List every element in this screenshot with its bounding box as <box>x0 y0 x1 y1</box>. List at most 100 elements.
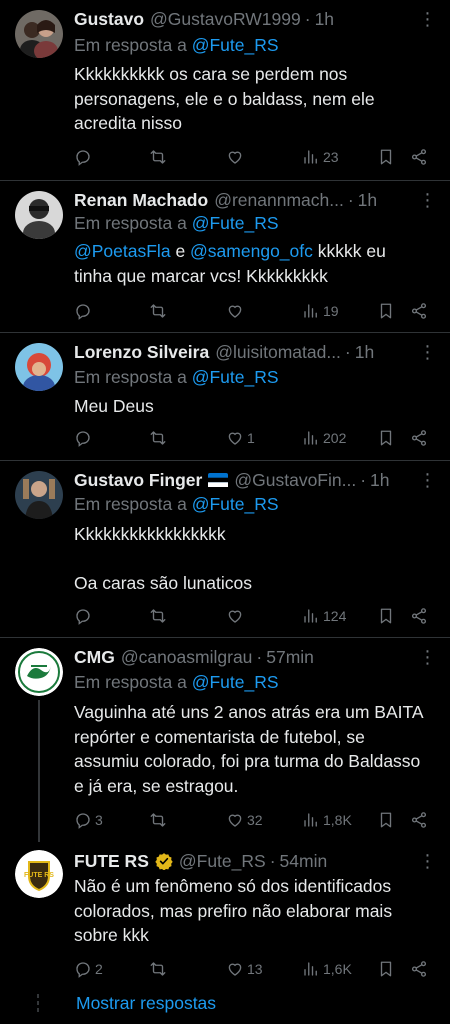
more-icon[interactable]: ⋮ <box>416 645 440 669</box>
views-icon[interactable]: 202 <box>302 429 346 447</box>
views-icon[interactable]: 23 <box>302 148 339 166</box>
user-handle[interactable]: @renannmach... <box>214 188 344 212</box>
retweet-icon[interactable] <box>149 960 167 978</box>
timestamp[interactable]: 1h <box>370 468 389 492</box>
mention-link[interactable]: @PoetasFla <box>74 241 171 261</box>
reply-mention[interactable]: @Fute_RS <box>192 213 279 233</box>
more-icon[interactable]: ⋮ <box>416 468 440 492</box>
reply-mention[interactable]: @Fute_RS <box>192 35 279 55</box>
user-handle[interactable]: @Fute_RS <box>179 849 266 873</box>
timestamp[interactable]: 54min <box>280 849 328 873</box>
views-icon[interactable]: 124 <box>302 607 346 625</box>
user-name[interactable]: CMG <box>74 645 115 669</box>
more-icon[interactable]: ⋮ <box>416 849 440 873</box>
reply-icon[interactable]: 3 <box>74 811 103 829</box>
like-icon[interactable]: 13 <box>226 960 263 978</box>
like-icon[interactable] <box>226 148 244 166</box>
avatar[interactable] <box>15 648 63 696</box>
like-icon[interactable] <box>226 302 244 320</box>
separator-dot: · <box>360 470 367 490</box>
bookmark-icon[interactable] <box>377 607 395 625</box>
avatar[interactable] <box>15 191 63 239</box>
replies-count: 3 <box>95 812 103 828</box>
avatar[interactable] <box>15 10 63 58</box>
views-icon[interactable]: 19 <box>302 302 339 320</box>
separator-dot: · <box>256 647 263 667</box>
tweet-fute-rs[interactable]: FUTE RS FUTE RS @Fute_RS · 54min ⋮ Não é… <box>0 844 450 984</box>
retweet-icon[interactable] <box>149 811 167 829</box>
bookmark-icon[interactable] <box>377 960 395 978</box>
avatar[interactable] <box>15 471 63 519</box>
action-bar: 19 <box>74 299 434 323</box>
mention-link[interactable]: @samengo_ofc <box>190 241 313 261</box>
share-icon[interactable] <box>410 607 428 625</box>
tweet-text: Kkkkkkkkkk os cara se perdem nos persona… <box>74 62 434 136</box>
views-icon[interactable]: 1,8K <box>302 811 352 829</box>
bookmark-icon[interactable] <box>377 302 395 320</box>
retweet-icon[interactable] <box>149 148 167 166</box>
tweet-text: Kkkkkkkkkkkkkkkkk Oa caras são lunaticos <box>74 522 434 596</box>
connector-text: e <box>175 241 186 261</box>
timestamp[interactable]: 1h <box>315 7 334 31</box>
like-icon[interactable] <box>226 607 244 625</box>
views-count: 19 <box>323 303 339 319</box>
more-icon[interactable]: ⋮ <box>416 7 440 31</box>
tweet-text-line: @PoetasFla e @samengo_ofc kkkkk eu <box>74 239 434 264</box>
tweet-cmg[interactable]: CMG @canoasmilgrau · 57min ⋮ Em resposta… <box>0 638 450 844</box>
retweet-icon[interactable] <box>149 429 167 447</box>
reply-mention[interactable]: @Fute_RS <box>192 672 279 692</box>
bookmark-icon[interactable] <box>377 811 395 829</box>
avatar[interactable]: FUTE RS <box>15 850 63 898</box>
user-name[interactable]: Lorenzo Silveira <box>74 340 209 364</box>
tweet-gustavo-finger[interactable]: Gustavo Finger @GustavoFin... · 1h ⋮ Em … <box>0 461 450 637</box>
tweet-lorenzo-silveira[interactable]: Lorenzo Silveira @luisitomatad... · 1h ⋮… <box>0 333 450 460</box>
user-name[interactable]: Renan Machado <box>74 188 208 212</box>
user-name[interactable]: Gustavo Finger <box>74 468 202 492</box>
views-icon[interactable]: 1,6K <box>302 960 352 978</box>
tweet-text: Não é um fenômeno só dos identificados c… <box>74 874 434 948</box>
reply-context: Em resposta a @Fute_RS <box>74 492 279 516</box>
reply-icon[interactable]: 2 <box>74 960 103 978</box>
like-icon[interactable]: 32 <box>226 811 263 829</box>
user-handle[interactable]: @canoasmilgrau <box>121 645 253 669</box>
like-icon[interactable]: 1 <box>226 429 255 447</box>
more-icon[interactable]: ⋮ <box>416 188 440 212</box>
tweet-text-content: Kkkkkkkkkkkkkkkkk <box>74 524 226 544</box>
user-name[interactable]: FUTE RS <box>74 849 149 873</box>
reply-icon[interactable] <box>74 302 92 320</box>
user-handle[interactable]: @GustavoFin... <box>234 468 356 492</box>
share-icon[interactable] <box>410 148 428 166</box>
user-handle[interactable]: @luisitomatad... <box>215 340 341 364</box>
user-name[interactable]: Gustavo <box>74 7 144 31</box>
verified-icon[interactable] <box>155 852 173 870</box>
share-icon[interactable] <box>410 811 428 829</box>
share-icon[interactable] <box>410 960 428 978</box>
reply-prefix: Em resposta a <box>74 35 187 55</box>
bookmark-icon[interactable] <box>377 148 395 166</box>
share-icon[interactable] <box>410 302 428 320</box>
reply-icon[interactable] <box>74 429 92 447</box>
retweet-icon[interactable] <box>149 302 167 320</box>
user-handle[interactable]: @GustavoRW1999 <box>150 7 301 31</box>
reply-icon[interactable] <box>74 148 92 166</box>
separator-dot: · <box>269 851 276 871</box>
reply-prefix: Em resposta a <box>74 213 187 233</box>
avatar[interactable] <box>15 343 63 391</box>
reply-mention[interactable]: @Fute_RS <box>192 367 279 387</box>
tweet-text-content: kkkkk eu <box>317 241 386 261</box>
tweet-gustavo[interactable]: Gustavo @GustavoRW1999 · 1h ⋮ Em respost… <box>0 0 450 180</box>
show-replies-link[interactable]: Mostrar respostas <box>76 991 216 1015</box>
timestamp[interactable]: 1h <box>355 340 374 364</box>
tweet-text-content: Oa caras são lunaticos <box>74 573 253 593</box>
reply-mention[interactable]: @Fute_RS <box>192 494 279 514</box>
more-icon[interactable]: ⋮ <box>416 340 440 364</box>
tweet-renan-machado[interactable]: Renan Machado @renannmach... · 1h ⋮ Em r… <box>0 181 450 332</box>
timestamp[interactable]: 1h <box>358 188 377 212</box>
reply-icon[interactable] <box>74 607 92 625</box>
timestamp[interactable]: 57min <box>266 645 314 669</box>
bookmark-icon[interactable] <box>377 429 395 447</box>
share-icon[interactable] <box>410 429 428 447</box>
reply-prefix: Em resposta a <box>74 494 187 514</box>
retweet-icon[interactable] <box>149 607 167 625</box>
thread-dots <box>36 994 40 1015</box>
